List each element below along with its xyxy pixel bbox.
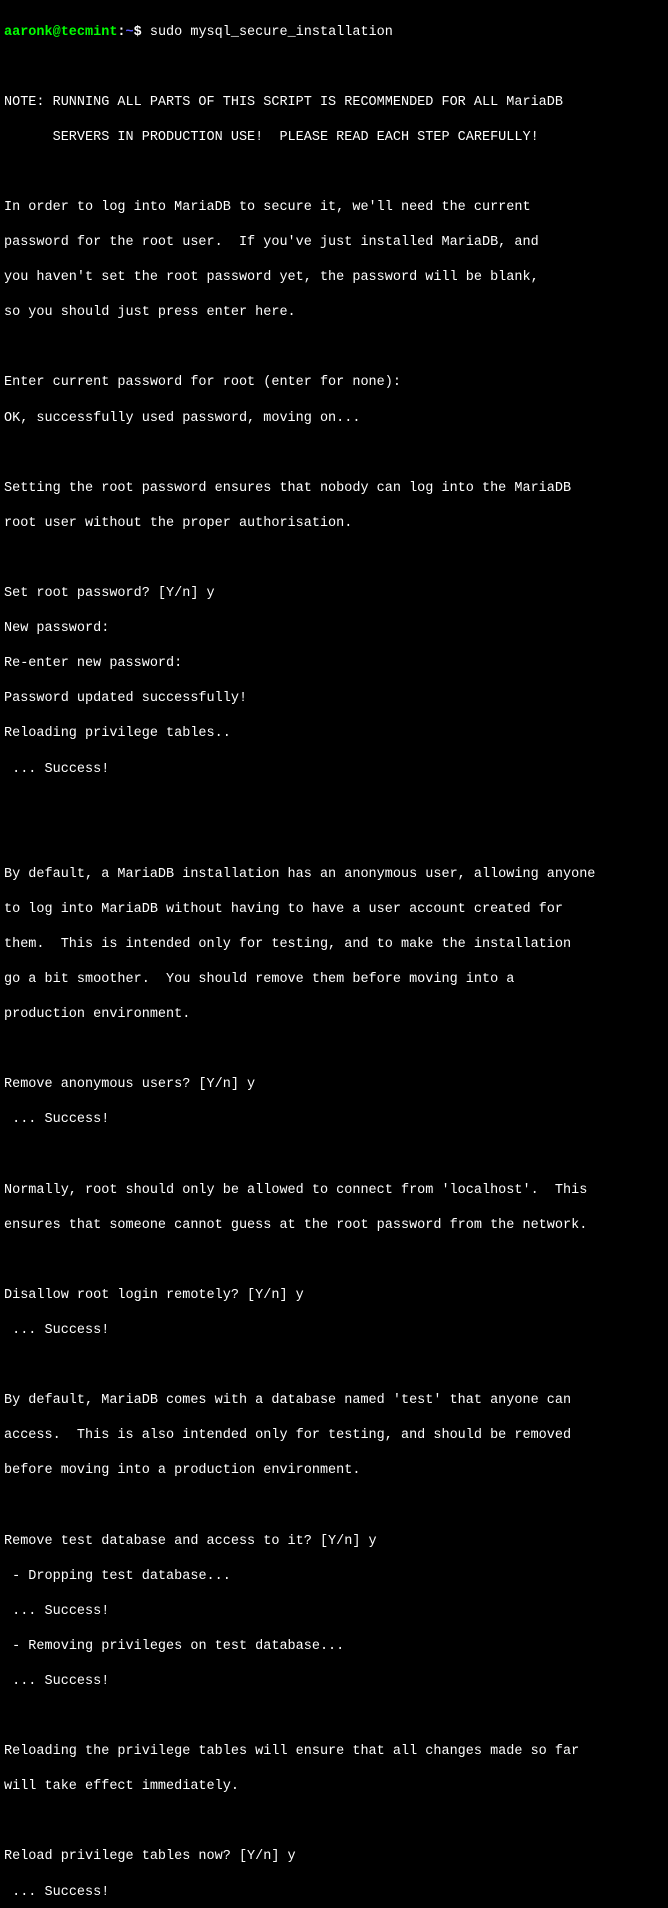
output-line: to log into MariaDB without having to ha… xyxy=(4,901,664,919)
output-line: Remove anonymous users? [Y/n] y xyxy=(4,1076,664,1094)
output-line: Enter current password for root (enter f… xyxy=(4,374,664,392)
output-line xyxy=(4,1252,664,1270)
output-line: By default, a MariaDB installation has a… xyxy=(4,866,664,884)
output-line xyxy=(4,550,664,568)
output-line xyxy=(4,164,664,182)
output-line: - Dropping test database... xyxy=(4,1568,664,1586)
prompt-user-host: aaronk@tecmint xyxy=(4,25,117,40)
prompt-line: aaronk@tecmint:~$ sudo mysql_secure_inst… xyxy=(4,24,664,42)
prompt-path: ~ xyxy=(126,25,134,40)
output-line: Re-enter new password: xyxy=(4,655,664,673)
output-line: ... Success! xyxy=(4,1673,664,1691)
terminal-output[interactable]: aaronk@tecmint:~$ sudo mysql_secure_inst… xyxy=(4,6,664,1908)
output-line: SERVERS IN PRODUCTION USE! PLEASE READ E… xyxy=(4,129,664,147)
output-line xyxy=(4,59,664,77)
output-line xyxy=(4,1813,664,1831)
output-line xyxy=(4,831,664,849)
output-line xyxy=(4,796,664,814)
output-line: - Removing privileges on test database..… xyxy=(4,1638,664,1656)
output-line: before moving into a production environm… xyxy=(4,1462,664,1480)
output-line: go a bit smoother. You should remove the… xyxy=(4,971,664,989)
output-line xyxy=(4,1708,664,1726)
command-text: sudo mysql_secure_installation xyxy=(150,25,393,40)
output-line xyxy=(4,1041,664,1059)
output-line xyxy=(4,445,664,463)
output-line: Reload privilege tables now? [Y/n] y xyxy=(4,1848,664,1866)
output-line: password for the root user. If you've ju… xyxy=(4,234,664,252)
output-line: ... Success! xyxy=(4,761,664,779)
output-line: Disallow root login remotely? [Y/n] y xyxy=(4,1287,664,1305)
output-line: root user without the proper authorisati… xyxy=(4,515,664,533)
output-line: In order to log into MariaDB to secure i… xyxy=(4,199,664,217)
output-line: Setting the root password ensures that n… xyxy=(4,480,664,498)
output-line: so you should just press enter here. xyxy=(4,304,664,322)
output-line: Set root password? [Y/n] y xyxy=(4,585,664,603)
output-line: ... Success! xyxy=(4,1322,664,1340)
output-line: will take effect immediately. xyxy=(4,1778,664,1796)
output-line: ensures that someone cannot guess at the… xyxy=(4,1217,664,1235)
output-line: them. This is intended only for testing,… xyxy=(4,936,664,954)
output-line: Normally, root should only be allowed to… xyxy=(4,1182,664,1200)
output-line: Reloading the privilege tables will ensu… xyxy=(4,1743,664,1761)
output-line: New password: xyxy=(4,620,664,638)
output-line: ... Success! xyxy=(4,1603,664,1621)
output-line xyxy=(4,1147,664,1165)
output-line xyxy=(4,1357,664,1375)
output-line: ... Success! xyxy=(4,1884,664,1902)
output-line: production environment. xyxy=(4,1006,664,1024)
output-line: OK, successfully used password, moving o… xyxy=(4,410,664,428)
output-line: By default, MariaDB comes with a databas… xyxy=(4,1392,664,1410)
output-line: NOTE: RUNNING ALL PARTS OF THIS SCRIPT I… xyxy=(4,94,664,112)
output-line: you haven't set the root password yet, t… xyxy=(4,269,664,287)
prompt-dollar: $ xyxy=(134,25,150,40)
output-line: Password updated successfully! xyxy=(4,690,664,708)
output-line: ... Success! xyxy=(4,1111,664,1129)
output-line: Remove test database and access to it? [… xyxy=(4,1533,664,1551)
output-line: Reloading privilege tables.. xyxy=(4,725,664,743)
output-line xyxy=(4,339,664,357)
output-line: access. This is also intended only for t… xyxy=(4,1427,664,1445)
output-line xyxy=(4,1497,664,1515)
prompt-colon: : xyxy=(117,25,125,40)
